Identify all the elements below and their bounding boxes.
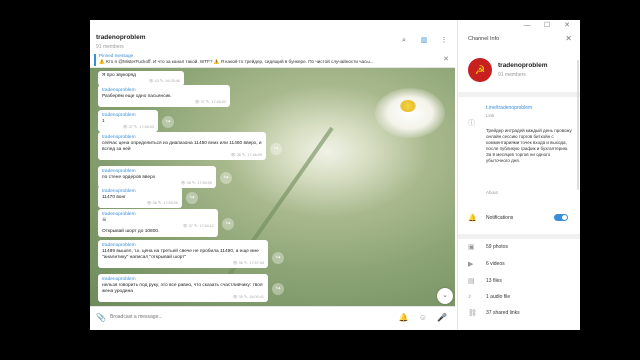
media-files[interactable]: 13 files <box>486 278 502 284</box>
message-feed[interactable]: Я про звукоряд 👁 43 ✎, 16:25:46 tradenop… <box>90 68 455 306</box>
photo-icon: ▣ <box>468 244 475 251</box>
pinned-accent-bar <box>94 54 96 66</box>
file-icon: ▤ <box>468 278 475 285</box>
forward-icon[interactable]: ↪ <box>220 172 232 184</box>
scroll-down-button[interactable]: ⌄ <box>437 288 453 304</box>
telegram-window: — ☐ ✕ tradenoproblem 91 members ⌕ ▥ ⋮ Pi… <box>90 20 580 330</box>
message-author: tradenoproblem <box>102 113 136 118</box>
window-controls: — ☐ ✕ <box>514 20 580 32</box>
pinned-text: ⚠️ Кто я @MisterFuckoff. И что за канал … <box>99 59 374 64</box>
media-links[interactable]: 37 shared links <box>486 310 520 316</box>
video-icon: ▶ <box>468 261 474 268</box>
forward-icon[interactable]: ↪ <box>272 283 284 295</box>
bell-icon: 🔔 <box>468 215 477 222</box>
notifications-label: Notifications <box>486 215 514 221</box>
close-icon[interactable]: ✕ <box>443 55 449 63</box>
channel-info-panel: Channel Info ✕ ☭ tradenoproblem 91 membe… <box>457 20 580 330</box>
channel-member-count: 91 members <box>498 72 526 78</box>
maximize-button[interactable]: ☐ <box>542 22 552 30</box>
message-reply-text: Открывай шорт до 10800. <box>102 229 160 235</box>
notifications-toggle[interactable] <box>554 214 568 221</box>
media-videos[interactable]: 6 videos <box>486 261 505 267</box>
message-author: tradenoproblem <box>102 243 136 248</box>
message-input[interactable] <box>110 314 380 320</box>
sidebar-toggle-icon[interactable]: ▥ <box>419 36 429 46</box>
pinned-message-bar[interactable]: Pinned message ⚠️ Кто я @MisterFuckoff. … <box>90 52 455 68</box>
background-flower-core <box>400 100 416 112</box>
info-scrollbar[interactable] <box>577 60 579 190</box>
forward-icon[interactable]: ↪ <box>162 116 174 128</box>
microphone-icon[interactable]: 🎤 <box>437 313 447 322</box>
composer: 📎 🔔 ☺ 🎤 <box>90 306 455 330</box>
attach-icon[interactable]: 📎 <box>96 313 106 322</box>
about-label: About <box>486 190 498 195</box>
divider <box>458 92 580 97</box>
message-meta: 👁 36 ✎, 17:46:09 <box>230 153 262 158</box>
message-author: tradenoproblem <box>102 88 136 93</box>
info-panel-title: Channel Info <box>468 36 500 42</box>
close-icon[interactable]: ✕ <box>565 34 572 43</box>
message-bubble[interactable]: Я про звукоряд 👁 43 ✎, 16:25:46 <box>98 71 184 87</box>
link-icon: ⛓ <box>468 310 477 317</box>
channel-link[interactable]: t.me/tradenoproblem <box>486 105 532 111</box>
message-meta: 👁 43 ✎, 16:25:46 <box>148 79 180 84</box>
info-icon: ⓘ <box>468 120 475 127</box>
message-text: сейчас цена определиться из диапазона 11… <box>102 141 262 153</box>
bell-icon[interactable]: 🔔 <box>399 313 409 322</box>
message-author: tradenoproblem <box>102 189 136 194</box>
message-bubble[interactable]: tradenoproblem 1 👁 37 ✎, 17:46:03 <box>98 110 158 133</box>
close-window-button[interactable]: ✕ <box>562 22 572 30</box>
emoji-icon[interactable]: ☺ <box>419 313 427 322</box>
message-bubble[interactable]: tradenoproblem Разберём еще одно пасьянс… <box>98 85 230 108</box>
message-author: tradenoproblem <box>102 212 136 217</box>
forward-icon[interactable]: ↪ <box>272 252 284 264</box>
more-icon[interactable]: ⋮ <box>439 36 449 46</box>
media-audio[interactable]: 1 audio file <box>486 294 510 300</box>
chat-title: tradenoproblem <box>96 34 146 41</box>
message-author: tradenoproblem <box>102 277 136 282</box>
message-meta: 👁 37 ✎, 17:46:02 <box>194 100 226 105</box>
channel-name: tradenoproblem <box>498 62 548 69</box>
audio-icon: ♪ <box>468 293 472 300</box>
minimize-button[interactable]: — <box>522 22 532 30</box>
search-icon[interactable]: ⌕ <box>399 36 409 46</box>
message-text: 11489 вышел, т.к. цена на третьей свече … <box>102 249 259 261</box>
message-meta: 👁 37 ✎, 17:46:03 <box>122 125 154 130</box>
chat-member-count: 91 members <box>96 44 124 50</box>
message-bubble[interactable]: tradenoproblem 11470 вонг 👁 36 ✎, 17:53:… <box>98 186 182 209</box>
divider <box>458 234 580 239</box>
message-bubble[interactable]: tradenoproblem нельзя говорить под руку,… <box>98 274 268 303</box>
link-label: Link <box>486 113 495 118</box>
message-bubble[interactable]: tradenoproblem по стене ордеров вверх 👁 … <box>98 166 216 189</box>
message-author: tradenoproblem <box>102 135 136 140</box>
forward-icon[interactable]: ↪ <box>186 192 198 204</box>
message-meta: 👁 36 ✎, 17:53:25 <box>146 201 178 206</box>
message-meta: 👁 36 ✎, 17:57:44 <box>232 261 264 266</box>
message-bubble[interactable]: tradenoproblem 11489 вышел, т.к. цена на… <box>98 240 268 269</box>
message-author: tradenoproblem <box>102 169 136 174</box>
message-text: нельзя говорить под руку, это все равно,… <box>102 283 263 295</box>
message-meta: 👁 35 ✎, 18:00:41 <box>232 295 264 300</box>
message-bubble[interactable]: tradenoproblem ☠ 👁 37 ✎, 17:54:12 Открыв… <box>98 209 218 238</box>
channel-description: Трейдер интрадей каждый день провожу онл… <box>486 128 572 163</box>
forward-icon[interactable]: ↪ <box>270 143 282 155</box>
background-flower <box>375 88 445 138</box>
chat-pane: tradenoproblem 91 members ⌕ ▥ ⋮ Pinned m… <box>90 20 455 330</box>
pinned-title: Pinned message <box>99 53 134 58</box>
avatar[interactable]: ☭ <box>468 58 492 82</box>
media-photos[interactable]: 59 photos <box>486 244 508 250</box>
message-bubble[interactable]: tradenoproblem сейчас цена определиться … <box>98 132 266 161</box>
forward-icon[interactable]: ↪ <box>222 218 234 230</box>
